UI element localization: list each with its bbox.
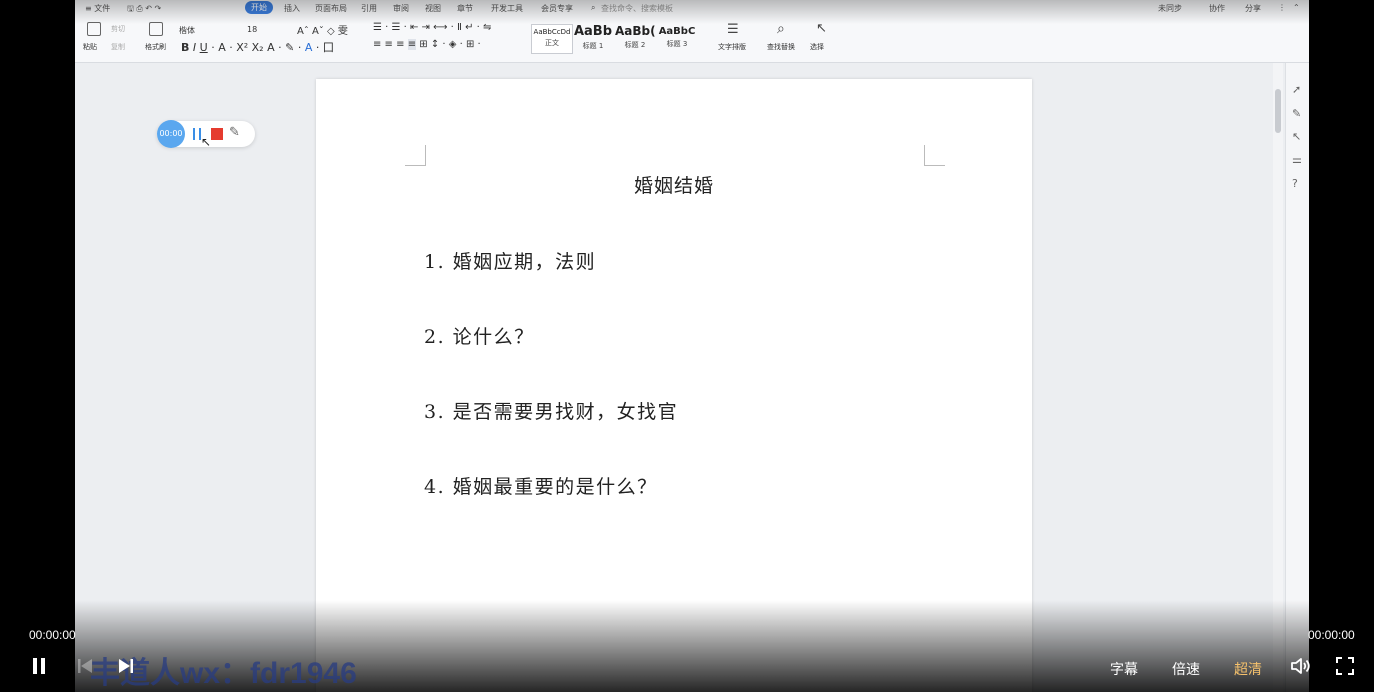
pause-button[interactable] [31, 656, 47, 681]
tab-file[interactable]: ≡ 文件 [85, 3, 110, 14]
quick-access-icons[interactable]: 🖫 ⎙ ↶ ↷ [127, 3, 161, 17]
rocket-icon[interactable]: ➚ [1292, 83, 1301, 96]
mouse-cursor-icon: ↖ [201, 135, 212, 149]
tab-developer[interactable]: 开发工具 [491, 3, 523, 14]
style-heading-3[interactable]: AaBbC 标题 3 [657, 24, 697, 52]
next-button[interactable] [117, 656, 135, 681]
share-button[interactable]: 分享 [1245, 3, 1261, 14]
current-time: 00:00:00 [29, 628, 76, 642]
total-time: 00:00:00 [1308, 628, 1355, 642]
fullscreen-button[interactable] [1335, 656, 1355, 681]
text-format-icons[interactable]: B I U · A · X² X₂ A · ✎ · A · 囗 [181, 39, 334, 55]
volume-button[interactable] [1290, 656, 1312, 681]
app-window: ≡ 文件 🖫 ⎙ ↶ ↷ 开始 插入 页面布局 引用 审阅 视图 章节 开发工具… [75, 0, 1309, 692]
paste-icon [87, 22, 101, 36]
skip-next-icon [119, 659, 133, 673]
pen-icon[interactable]: ✎ [1292, 107, 1301, 120]
search-icon: ⌕ [591, 3, 596, 12]
cursor-icon[interactable]: ↖ [1292, 130, 1301, 143]
speed-button[interactable]: 倍速 [1172, 659, 1200, 679]
tab-page-layout[interactable]: 页面布局 [315, 3, 347, 14]
cut-button[interactable]: 剪切 [111, 24, 125, 34]
select-cursor-icon: ↖ [816, 21, 827, 36]
tab-member[interactable]: 会员专享 [541, 3, 573, 14]
format-painter-icon [149, 22, 163, 36]
skip-previous-icon [78, 659, 92, 673]
style-normal[interactable]: AaBbCcDd 正文 [531, 24, 573, 54]
recording-timer: 00:00 [157, 120, 185, 148]
text-layout-icon: ☰ [727, 22, 739, 37]
more-icon[interactable]: ⋮ [1278, 3, 1286, 12]
fullscreen-icon [1336, 657, 1354, 675]
collapse-ribbon-icon[interactable]: ⌃ [1293, 3, 1300, 12]
document-line[interactable]: 4. 婚姻最重要的是什么？ [424, 472, 658, 499]
pause-recording-button[interactable] [193, 128, 201, 140]
paragraph-align-icons[interactable]: ≡ ≡ ≡ ≡ ⊞ ↕ · ◈ · ⊞ · [373, 39, 481, 50]
find-icon: ⌕ [777, 21, 785, 37]
tab-review[interactable]: 审阅 [393, 3, 409, 14]
text-layout-button[interactable]: 文字排版 [718, 42, 746, 52]
find-replace-button[interactable]: 查找替换 [767, 42, 795, 52]
subtitle-button[interactable]: 字幕 [1110, 659, 1138, 679]
stop-recording-button[interactable] [211, 128, 223, 140]
font-grow-shrink-icons[interactable]: Aˆ Aˇ ◇ 雯 [297, 22, 348, 37]
ribbon-tabs: ≡ 文件 🖫 ⎙ ↶ ↷ 开始 插入 页面布局 引用 审阅 视图 章节 开发工具… [75, 0, 1309, 17]
tab-references[interactable]: 引用 [361, 3, 377, 14]
style-heading-1[interactable]: AaBb 标题 1 [573, 24, 613, 52]
tab-chapter[interactable]: 章节 [457, 3, 473, 14]
tab-view[interactable]: 视图 [425, 3, 441, 14]
font-size-select[interactable]: 18 [247, 25, 257, 34]
paste-button[interactable]: 粘贴 [83, 42, 97, 52]
list-indent-icons[interactable]: ☰ · ☰ · ⇤ ⇥ ⟷ · Ⅱ ↵ · ⇋ [373, 22, 491, 33]
annotate-pen-icon[interactable]: ✎ [229, 125, 240, 140]
tab-insert[interactable]: 插入 [284, 3, 300, 14]
document-title[interactable]: 婚姻结婚 [316, 171, 1032, 198]
collaborate-button[interactable]: 协作 [1209, 3, 1225, 14]
select-button[interactable]: 选择 [810, 42, 824, 52]
volume-icon [1291, 658, 1310, 674]
font-name-select[interactable]: 楷体 [179, 25, 195, 36]
document-line[interactable]: 3. 是否需要男找财，女找官 [424, 397, 678, 424]
ribbon: ≡ 文件 🖫 ⎙ ↶ ↷ 开始 插入 页面布局 引用 审阅 视图 章节 开发工具… [75, 0, 1309, 63]
side-toolbar: ➚ ✎ ↖ ⚌ ? [1285, 63, 1309, 692]
document-line[interactable]: 2. 论什么？ [424, 322, 535, 349]
scrollbar-thumb[interactable] [1275, 89, 1281, 133]
pause-icon [33, 658, 45, 674]
settings-sliders-icon[interactable]: ⚌ [1292, 153, 1302, 166]
vertical-scrollbar[interactable] [1273, 63, 1283, 692]
margin-corner [924, 145, 945, 166]
command-search[interactable]: 查找命令、搜索模板 [601, 3, 673, 14]
document-line[interactable]: 1. 婚姻应期，法则 [424, 247, 596, 274]
ribbon-home-tools: 粘贴 剪切 复制 格式刷 楷体 18 Aˆ Aˇ ◇ 雯 B I U · A ·… [75, 18, 1309, 62]
format-painter-button[interactable]: 格式刷 [145, 42, 166, 52]
previous-button[interactable] [76, 656, 94, 681]
quality-button[interactable]: 超清 [1234, 659, 1262, 679]
tab-home[interactable]: 开始 [245, 1, 273, 14]
copy-button[interactable]: 复制 [111, 42, 125, 52]
sync-status[interactable]: 未同步 [1158, 3, 1182, 14]
style-heading-2[interactable]: AaBb( 标题 2 [615, 24, 655, 52]
margin-corner [405, 145, 426, 166]
document-canvas[interactable]: 婚姻结婚 1. 婚姻应期，法则 2. 论什么？ 3. 是否需要男找财，女找官 4… [75, 63, 1309, 692]
help-icon[interactable]: ? [1292, 177, 1298, 190]
